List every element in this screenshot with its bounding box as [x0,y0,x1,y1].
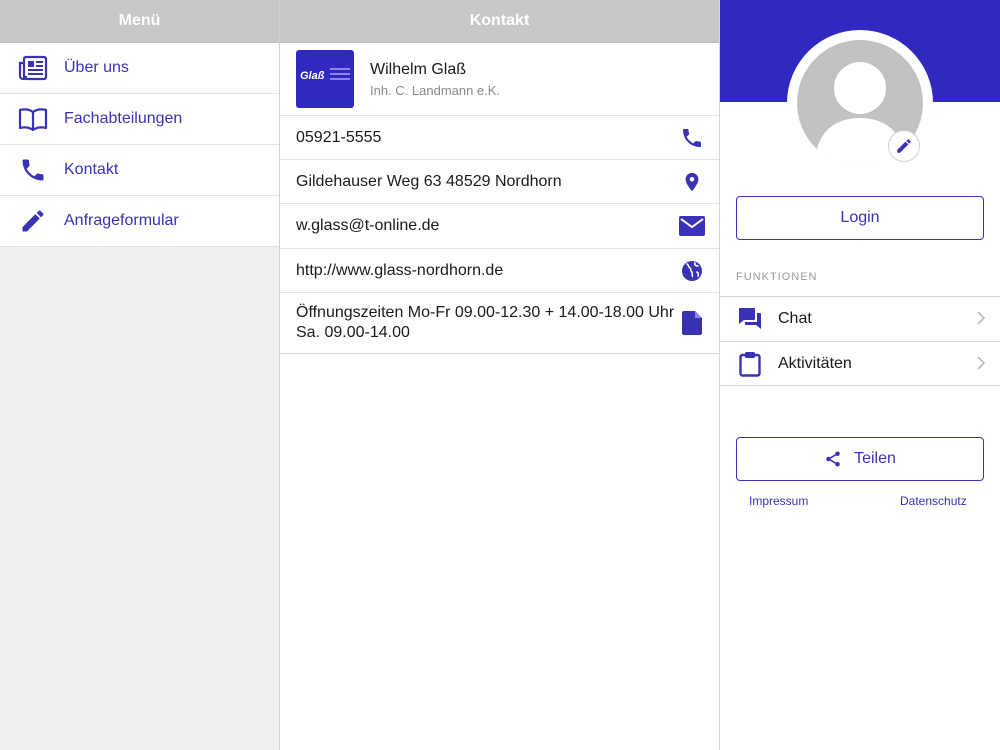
contact-row-opening-hours[interactable]: Öffnungszeiten Mo-Fr 09.00-12.30 + 14.00… [280,292,719,354]
mail-icon [679,213,705,239]
chevron-right-icon [976,310,986,331]
menu-item-kontakt[interactable]: Kontakt [0,145,279,196]
function-item-chat[interactable]: Chat [720,297,1000,341]
contact-pane: Kontakt Glaß Wilhelm Glaß Inh. C. Landma… [280,0,720,750]
functions-list: Chat Aktivitäten [720,296,1000,386]
contact-title: Kontakt [469,12,530,29]
phone-number: 05921-5555 [296,128,382,146]
clipboard-icon [736,350,764,378]
contact-row-website[interactable]: http://www.glass-nordhorn.de [280,248,719,292]
opening-hours: Öffnungszeiten Mo-Fr 09.00-12.30 + 14.00… [296,304,675,341]
share-button[interactable]: Teilen [736,437,984,481]
edit-avatar-button[interactable] [888,130,920,162]
datenschutz-link[interactable]: Datenschutz [900,494,967,508]
menu-item-label: Anfrageformular [64,212,179,229]
contact-row-phone[interactable]: 05921-5555 [280,115,719,159]
phone-icon [16,153,50,187]
menu-item-anfrageformular[interactable]: Anfrageformular [0,196,279,247]
menu-header: Menü [0,0,279,43]
newspaper-icon [16,51,50,85]
menu-item-ueber-uns[interactable]: Über uns [0,43,279,94]
book-icon [16,102,50,136]
menu-item-label: Kontakt [64,161,119,178]
contact-row-address[interactable]: Gildehauser Weg 63 48529 Nordhorn [280,159,719,203]
impressum-link[interactable]: Impressum [749,494,808,508]
function-item-aktivitaeten[interactable]: Aktivitäten [720,341,1000,385]
functions-section-label: FUNKTIONEN [736,271,818,283]
document-icon [679,310,705,336]
chevron-right-icon [976,355,986,376]
contact-row-email[interactable]: w.glass@t-online.de [280,203,719,248]
menu-item-label: Über uns [64,59,129,76]
pencil-icon [16,204,50,238]
function-label: Aktivitäten [778,354,852,372]
function-label: Chat [778,310,812,327]
address: Gildehauser Weg 63 48529 Nordhorn [296,172,562,190]
business-logo: Glaß [296,50,354,108]
share-label: Teilen [854,450,896,467]
menu-item-fachabteilungen[interactable]: Fachabteilungen [0,94,279,145]
logo-text: Glaß [300,70,325,82]
profile-pane: Login FUNKTIONEN Chat Aktivitäten Teilen… [720,0,1000,750]
menu-pane: Menü Über uns Fachabteilungen Kontakt An… [0,0,280,750]
business-header: Glaß Wilhelm Glaß Inh. C. Landmann e.K. [280,43,719,115]
website-url: http://www.glass-nordhorn.de [296,261,504,279]
login-button[interactable]: Login [736,196,984,240]
menu-list: Über uns Fachabteilungen Kontakt Anfrage… [0,43,279,247]
share-icon [824,450,842,468]
phone-icon [679,125,705,151]
globe-icon [679,258,705,284]
location-pin-icon [679,169,705,195]
business-name: Wilhelm Glaß [370,60,467,78]
login-label: Login [840,209,880,226]
business-subtitle: Inh. C. Landmann e.K. [370,82,501,98]
email-address: w.glass@t-online.de [296,217,440,234]
contact-header: Kontakt [280,0,719,43]
menu-title: Menü [118,12,161,29]
pencil-icon [897,139,911,153]
chat-icon [736,305,764,333]
menu-item-label: Fachabteilungen [64,110,183,127]
